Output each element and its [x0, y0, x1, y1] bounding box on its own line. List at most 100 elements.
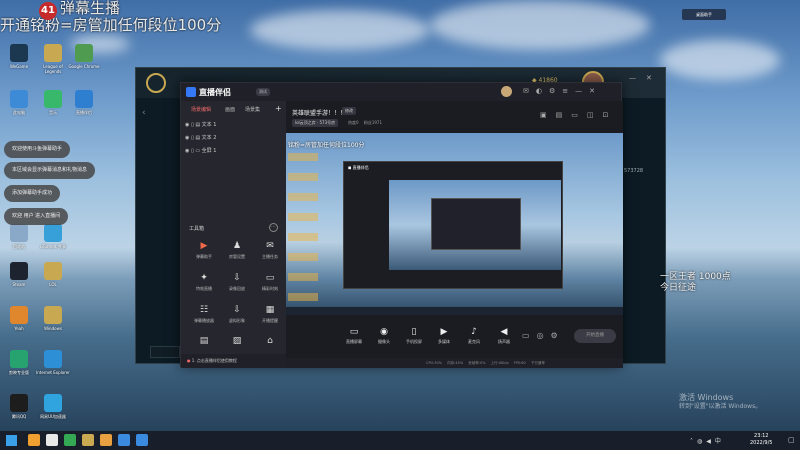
close-icon[interactable]: ✕: [589, 87, 602, 95]
taskbar-app-icon[interactable]: [82, 434, 94, 446]
menu-icon[interactable]: ≡: [562, 87, 575, 95]
start-live-button[interactable]: 开始直播: [574, 329, 616, 343]
add-scene-button[interactable]: +: [275, 104, 282, 113]
notification-icon[interactable]: ▢: [788, 436, 795, 444]
scene-item[interactable]: ◉ ▯ ▤ 文本 2: [185, 134, 281, 147]
close-icon[interactable]: ✕: [646, 74, 652, 82]
desktop-icon[interactable]: LOL: [36, 262, 70, 287]
eye-icon[interactable]: ◉: [185, 148, 189, 154]
desktop-icon[interactable]: Internet Explorer: [36, 350, 70, 375]
desktop-icon[interactable]: WeGame: [2, 44, 36, 69]
desktop-icon[interactable]: Google Chrome: [67, 44, 101, 69]
lock-icon[interactable]: ▯: [191, 135, 194, 141]
toolbox-item[interactable]: ☷ 弹幕播放器: [191, 305, 217, 324]
taskbar-app-icon[interactable]: [118, 434, 130, 446]
video-icon[interactable]: ▭: [522, 331, 537, 340]
stream-preview[interactable]: 铭粉=房管加任何段位100分 ◼ 直播伴侣: [286, 133, 623, 315]
toolbox-item[interactable]: ⌂: [257, 336, 283, 349]
desktop-icon[interactable]: 回收站: [2, 224, 36, 249]
source-control[interactable]: ◉ 摄像头: [371, 327, 397, 345]
stream-title: 英雄联盟手游！！！: [292, 110, 347, 117]
message-icon[interactable]: ✉: [523, 87, 536, 95]
minimize-icon[interactable]: —: [629, 74, 636, 82]
toolbox-item[interactable]: ▶ 弹幕助手: [191, 241, 217, 260]
taskbar-app-icon[interactable]: [28, 434, 40, 446]
toolbox-item[interactable]: ▨: [224, 336, 250, 349]
source-control[interactable]: ▶ 多媒体: [431, 327, 457, 345]
edit-title-button[interactable]: 修改: [342, 107, 356, 115]
chevron-up-icon[interactable]: ˄: [690, 438, 697, 445]
taskbar-app-icon[interactable]: [64, 434, 76, 446]
toolbox-item[interactable]: ♟ 房管设置: [224, 241, 250, 260]
settings-icon[interactable]: ⚙: [549, 87, 562, 95]
game-chat-bar[interactable]: [150, 346, 180, 358]
scene-item[interactable]: ◉ ▯ ▭ 全屏 1: [185, 147, 281, 160]
desktop-icon[interactable]: 网易UU加速器: [36, 394, 70, 419]
desktop-icon[interactable]: Windows: [36, 306, 70, 331]
scene-item[interactable]: ◉ ▯ ▤ 文本 1: [185, 121, 281, 134]
user-avatar[interactable]: [501, 86, 512, 97]
source-control[interactable]: ♪ 麦克风: [461, 327, 487, 345]
toolbox-item[interactable]: ▦ 开播提醒: [257, 305, 283, 324]
desktop-icon-label: Steam: [12, 282, 26, 287]
record-icon[interactable]: ◎: [537, 331, 551, 340]
clock[interactable]: 23:12 2022/9/5: [750, 433, 772, 447]
desktop-helper-button[interactable]: 桌面助手: [682, 9, 726, 20]
toolbox-item[interactable]: ▭ 精彩时刻: [257, 273, 283, 292]
eye-icon[interactable]: ◉: [185, 122, 189, 128]
taskbar-app-icon[interactable]: [100, 434, 112, 446]
desktop-icon[interactable]: League of Legends: [36, 44, 70, 74]
desktop-icon[interactable]: 音乐: [36, 90, 70, 115]
source-control[interactable]: ◀ 扬声器: [491, 327, 517, 345]
minimize-icon[interactable]: —: [575, 87, 589, 95]
toolbox-item[interactable]: ⇩ 虚拟形象: [224, 305, 250, 324]
desktop-helper-label: 桌面助手: [696, 12, 712, 17]
desktop-icon[interactable]: Steam: [2, 262, 36, 287]
start-button[interactable]: [6, 435, 17, 446]
lock-icon[interactable]: ▯: [191, 122, 194, 128]
stream-meta: 热度0 粉丝1971: [348, 120, 382, 126]
toolbox-item-label: 开播提醒: [262, 318, 278, 323]
shop-icon[interactable]: ▤: [556, 111, 572, 119]
toolbox-item-label: 精彩时刻: [262, 286, 278, 291]
desktop-icon-label: Yeah: [14, 326, 24, 331]
camera-icon: ▶: [200, 241, 208, 251]
desktop-icon[interactable]: 腾讯QQ: [2, 394, 36, 419]
lock-icon[interactable]: ▣: [540, 111, 556, 119]
toolbox-item[interactable]: ✉ 主播任务: [257, 241, 283, 260]
source-control[interactable]: ▯ 手机投屏: [401, 327, 427, 345]
tab-scene-set[interactable]: 场景集: [245, 106, 260, 113]
status-cpu: CPU:30%: [426, 361, 443, 365]
lock-icon[interactable]: ▯: [191, 148, 194, 154]
app-icon: [44, 394, 62, 412]
toolbox-item[interactable]: ✦ 特效直播: [191, 273, 217, 292]
category-badge[interactable]: lol云顶之弈 · 573号房: [292, 119, 339, 127]
desktop-icon[interactable]: 直播伴侣: [67, 90, 101, 115]
tab-scene-edit[interactable]: 场景编辑: [191, 106, 211, 113]
skin-icon[interactable]: ◐: [536, 87, 549, 95]
app-icon: [10, 44, 28, 62]
desktop-icon[interactable]: 剪映专业版: [2, 350, 36, 375]
tutorial-notice[interactable]: ● 1. 点击直播伴侣使用教程: [181, 354, 286, 368]
desktop-icon[interactable]: 此电脑: [2, 90, 36, 115]
toolbox-more-icon[interactable]: ⋯: [269, 223, 278, 232]
tab-screen[interactable]: 画面: [225, 106, 235, 113]
window-icon[interactable]: ▭: [571, 111, 587, 119]
source-control[interactable]: ▭ 直播屏幕: [341, 327, 367, 345]
settings-icon[interactable]: ⚙: [551, 331, 565, 340]
volume-icon[interactable]: ◀: [706, 438, 715, 445]
share-icon[interactable]: ◫: [587, 111, 603, 119]
desktop-icon[interactable]: Yeah: [2, 306, 36, 331]
taskbar-app-icon[interactable]: [136, 434, 148, 446]
taskbar-app-icon[interactable]: [46, 434, 58, 446]
toolbox-item[interactable]: ▤: [191, 336, 217, 349]
toolbox-item[interactable]: ⇩ 录像回放: [224, 273, 250, 292]
back-arrow-icon[interactable]: ‹: [142, 108, 146, 118]
desktop-icon[interactable]: uTorrent 共享: [36, 224, 70, 249]
expand-icon[interactable]: ⊡: [603, 111, 618, 119]
app-icon: [44, 306, 62, 324]
live-companion-window: 直播伴侣 测试 ✉◐⚙≡—✕ 场景编辑 画面 场景集 + ◉ ▯ ▤ 文本 1 …: [180, 82, 623, 368]
eye-icon[interactable]: ◉: [185, 135, 189, 141]
network-icon[interactable]: ◍: [697, 438, 706, 445]
ime-icon[interactable]: 中: [715, 438, 725, 445]
